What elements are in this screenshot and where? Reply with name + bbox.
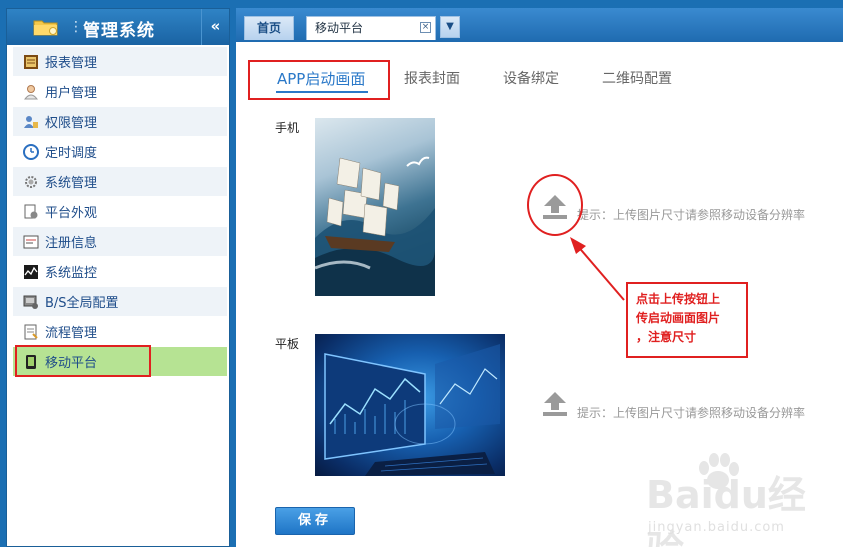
- sidebar-item-monitor[interactable]: 系统监控: [13, 257, 227, 287]
- annotation-callout: 点击上传按钮上 传启动画面图片 ，注意尺寸: [626, 282, 748, 358]
- workflow-icon: [24, 324, 38, 339]
- phone-upload-hint: 提示：上传图片尺寸请参照移动设备分辨率: [577, 208, 806, 222]
- sidebar-item-label: 注册信息: [45, 236, 98, 251]
- highlight-box-subtab: [248, 60, 390, 100]
- save-button[interactable]: 保存: [275, 507, 355, 535]
- tab-home[interactable]: 首页: [244, 16, 294, 40]
- baidu-watermark: Baidu经验 jingyan.baidu.com: [646, 452, 836, 547]
- gear-icon: [25, 175, 37, 188]
- subtab-device-binding[interactable]: 设备绑定: [503, 68, 559, 88]
- tab-dropdown-button[interactable]: ▼: [440, 16, 460, 38]
- report-icon: [24, 54, 38, 69]
- sidebar-item-bs-config[interactable]: B/S全局配置: [13, 287, 227, 317]
- clock-icon: [23, 143, 39, 160]
- tablet-splash-image: [315, 334, 505, 476]
- sidebar-item-label: 系统管理: [45, 176, 98, 191]
- sidebar-item-label: 定时调度: [45, 146, 98, 161]
- highlight-box-mobile: [15, 345, 151, 377]
- subtab-report-cover[interactable]: 报表封面: [404, 68, 460, 88]
- sidebar-item-report[interactable]: 报表管理: [13, 47, 227, 77]
- sidebar: ⋮ 管理系统 « 报表管理 用户管理 权限管理 定时调度 系统管理 平台外观 注…: [6, 8, 230, 547]
- close-icon[interactable]: ×: [420, 22, 431, 33]
- annotation-line: 传启动画面图片: [636, 311, 721, 325]
- annotation-line: ，注意尺寸: [636, 330, 697, 344]
- permission-icon: [24, 115, 38, 128]
- sidebar-item-label: 系统监控: [45, 266, 98, 281]
- sidebar-item-label: 平台外观: [45, 206, 98, 221]
- subtab-qr-config[interactable]: 二维码配置: [602, 68, 672, 88]
- annotation-arrow: [570, 237, 625, 301]
- sidebar-item-user[interactable]: 用户管理: [13, 77, 227, 107]
- tablet-upload-hint: 提示：上传图片尺寸请参照移动设备分辨率: [577, 406, 806, 420]
- tab-mobile-platform[interactable]: 移动平台 ×: [306, 16, 436, 40]
- tab-label: 移动平台: [315, 21, 364, 35]
- sidebar-item-register[interactable]: 注册信息: [13, 227, 227, 257]
- upload-icon-tablet[interactable]: [540, 389, 570, 419]
- sidebar-item-system[interactable]: 系统管理: [13, 167, 227, 197]
- highlight-circle-upload: [527, 174, 583, 236]
- grip-icon: ⋮: [69, 19, 83, 35]
- sidebar-item-label: 报表管理: [45, 56, 98, 71]
- phone-splash-image: [315, 118, 435, 296]
- watermark-sub: jingyan.baidu.com: [648, 520, 785, 535]
- config-icon: [23, 295, 38, 309]
- sidebar-item-label: B/S全局配置: [45, 296, 119, 311]
- sidebar-menu: 报表管理 用户管理 权限管理 定时调度 系统管理 平台外观 注册信息 系统监控 …: [13, 47, 227, 377]
- collapse-sidebar-button[interactable]: «: [201, 9, 229, 45]
- main-content: APP启动画面 报表封面 设备绑定 二维码配置 手机 提示：上传图片尺寸请参照移…: [236, 42, 843, 547]
- user-icon: [23, 84, 39, 99]
- monitor-illustration: [324, 344, 500, 476]
- sidebar-item-appearance[interactable]: 平台外观: [13, 197, 227, 227]
- sidebar-item-label: 用户管理: [45, 86, 98, 101]
- ship-illustration: [315, 156, 435, 296]
- annotation-line: 点击上传按钮上: [636, 292, 721, 306]
- sidebar-header: ⋮ 管理系统 «: [7, 9, 229, 45]
- register-icon: [23, 235, 39, 248]
- tablet-label: 平板: [275, 337, 300, 351]
- tab-bar: 首页 移动平台 × ▼: [236, 8, 843, 42]
- sidebar-item-workflow[interactable]: 流程管理: [13, 317, 227, 347]
- sidebar-item-permission[interactable]: 权限管理: [13, 107, 227, 137]
- folder-icon: [33, 20, 58, 36]
- monitor-icon: [24, 264, 38, 279]
- sidebar-item-label: 流程管理: [45, 326, 98, 341]
- sidebar-title: 管理系统: [83, 21, 155, 41]
- appearance-icon: [24, 204, 38, 218]
- sidebar-item-schedule[interactable]: 定时调度: [13, 137, 227, 167]
- sidebar-item-label: 权限管理: [45, 116, 98, 131]
- phone-label: 手机: [275, 121, 300, 135]
